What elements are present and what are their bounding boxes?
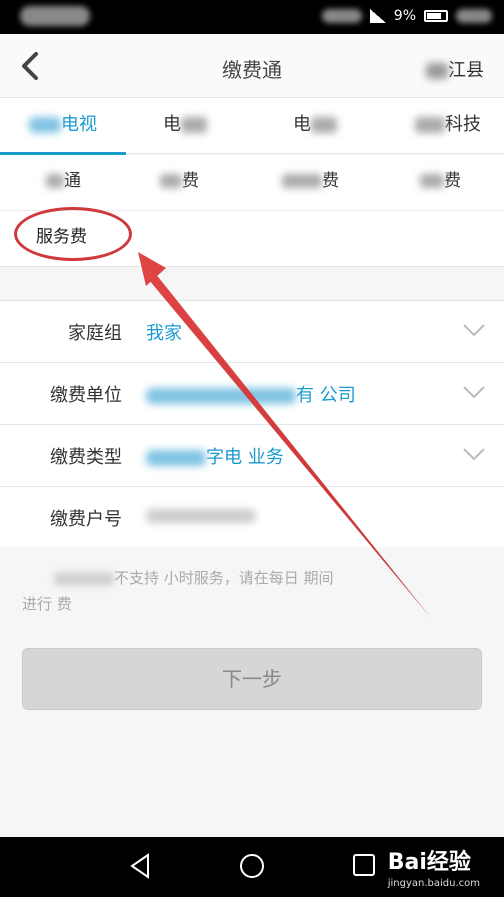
tab-label: 科技 bbox=[445, 114, 481, 135]
notice-line-2: 进行 费 bbox=[22, 591, 482, 617]
tab-label: 电 bbox=[163, 114, 181, 135]
payment-type-label: 缴费类型 bbox=[50, 447, 122, 468]
family-group-label: 家庭组 bbox=[68, 323, 122, 344]
signal-icon bbox=[369, 9, 386, 23]
service-hours-notice: 不支持 小时服务，请在每日 期间 进行 费 bbox=[22, 565, 482, 617]
app-header: 缴费通 江县 bbox=[0, 34, 504, 98]
payment-form: 家庭组 我家 缴费单位 有 公司 缴费类型 字电 业务 缴费户号 bbox=[0, 300, 504, 547]
payee-value-text: 有 公司 bbox=[296, 385, 356, 406]
form-row-payment-type[interactable]: 缴费类型 字电 业务 bbox=[0, 425, 504, 487]
subtype-blurred bbox=[46, 174, 64, 188]
chevron-down-icon[interactable] bbox=[462, 447, 486, 461]
subtype-label: 通 bbox=[64, 171, 81, 191]
payment-type-blurred bbox=[146, 450, 206, 466]
form-row-family-group[interactable]: 家庭组 我家 bbox=[0, 301, 504, 363]
nav-home-icon[interactable] bbox=[239, 853, 265, 879]
subtype-label: 费 bbox=[444, 171, 461, 191]
subtype-blurred bbox=[160, 174, 182, 188]
next-step-button[interactable]: 下一步 bbox=[22, 648, 482, 710]
payment-type-value-text: 字电 业务 bbox=[206, 447, 284, 468]
subtype-3[interactable]: 费 bbox=[282, 155, 339, 207]
tab-2[interactable]: 电 bbox=[140, 98, 230, 154]
battery-icon bbox=[424, 10, 448, 22]
payee-value: 有 公司 bbox=[146, 381, 356, 407]
subtype-2[interactable]: 费 bbox=[160, 155, 199, 207]
tab-3[interactable]: 电 bbox=[270, 98, 360, 154]
subtype-4[interactable]: 费 bbox=[420, 155, 461, 207]
tab-blurred-suffix bbox=[311, 117, 337, 133]
notice-blurred bbox=[54, 572, 114, 585]
form-row-payee[interactable]: 缴费单位 有 公司 bbox=[0, 363, 504, 425]
watermark-brand: Bai经验 bbox=[387, 850, 471, 875]
nav-recents-icon[interactable] bbox=[352, 853, 376, 877]
payment-type-value: 字电 业务 bbox=[146, 443, 284, 469]
status-blurred-time bbox=[456, 9, 492, 23]
category-tabs: 电视 电 电 科技 bbox=[0, 98, 504, 155]
nav-back-icon[interactable] bbox=[128, 853, 152, 879]
subtype-1[interactable]: 通 bbox=[46, 155, 81, 207]
status-blurred-icons bbox=[321, 9, 362, 23]
payee-blurred bbox=[146, 388, 296, 404]
tab-4[interactable]: 科技 bbox=[398, 98, 498, 154]
payee-label: 缴费单位 bbox=[50, 385, 122, 406]
notice-line-1: 不支持 小时服务，请在每日 期间 bbox=[22, 565, 482, 591]
account-number-label: 缴费户号 bbox=[50, 509, 122, 530]
subtype-label: 费 bbox=[322, 171, 339, 191]
region-selector[interactable]: 江县 bbox=[426, 56, 484, 82]
tab-blurred-suffix bbox=[181, 117, 207, 133]
tab-label: 电视 bbox=[61, 114, 97, 135]
annotation-circle bbox=[14, 207, 132, 261]
tab-label: 电 bbox=[293, 114, 311, 135]
watermark-url: jingyan.baidu.com bbox=[387, 878, 480, 889]
tab-blurred-prefix bbox=[415, 117, 445, 133]
subtype-label: 费 bbox=[182, 171, 199, 191]
chevron-down-icon[interactable] bbox=[462, 323, 486, 337]
baidu-watermark: Bai经验 jingyan.baidu.com bbox=[388, 844, 480, 889]
region-label: 江县 bbox=[448, 60, 484, 81]
chevron-down-icon[interactable] bbox=[462, 385, 486, 399]
region-blurred-prefix bbox=[426, 63, 448, 79]
notice-line-2-text: 进行 费 bbox=[22, 595, 72, 613]
account-number-blurred bbox=[146, 509, 256, 523]
tab-blurred-prefix bbox=[29, 117, 61, 133]
family-group-value: 我家 bbox=[146, 323, 182, 344]
status-bar-carrier bbox=[20, 6, 90, 26]
subtype-blurred bbox=[282, 174, 322, 188]
battery-percent: 9% bbox=[393, 8, 416, 24]
form-row-account-number[interactable]: 缴费户号 bbox=[0, 487, 504, 549]
subtype-blurred bbox=[420, 174, 444, 188]
account-number-input[interactable] bbox=[146, 505, 256, 526]
status-bar: 9% bbox=[0, 0, 504, 34]
notice-line-1-text: 不支持 小时服务，请在每日 期间 bbox=[114, 569, 334, 587]
status-icons: 9% bbox=[321, 8, 492, 24]
tab-tv[interactable]: 电视 bbox=[0, 98, 126, 155]
